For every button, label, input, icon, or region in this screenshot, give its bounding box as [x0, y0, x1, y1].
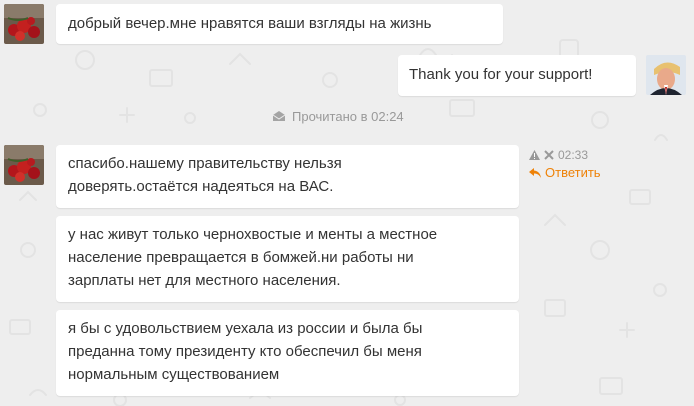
reply-label: Ответить: [545, 165, 601, 180]
delete-icon[interactable]: [544, 150, 554, 160]
message-bubble[interactable]: я бы с удовольствием уехала из россии и …: [56, 310, 519, 396]
message-time: 02:33: [558, 148, 589, 162]
own-avatar[interactable]: [646, 55, 686, 95]
message-meta: 02:33 Ответить: [529, 148, 639, 180]
message-bubble-outgoing[interactable]: Thank you for your support!: [398, 55, 636, 96]
message-bubble[interactable]: добрый вечер.мне нравятся ваши взгляды н…: [56, 4, 503, 44]
sender-avatar[interactable]: [4, 4, 44, 44]
message-bubble[interactable]: спасибо.нашему правительству нельзя дове…: [56, 145, 519, 208]
message-text-line: нормальным существованием: [68, 366, 280, 383]
message-text: Thank you for your support!: [409, 66, 593, 83]
read-status-text: Прочитано в 02:24: [292, 108, 404, 124]
message-bubble[interactable]: у нас живут только чернохвостые и менты …: [56, 216, 519, 302]
read-status: Прочитано в 02:24: [272, 108, 404, 124]
message-text-line: доверять.остаётся надеяться на ВАС.: [68, 178, 334, 195]
message-text-line: зарплаты нет для местного населения.: [68, 272, 341, 289]
message-text-line: преданна тому президенту кто обеспечил б…: [68, 343, 422, 360]
message-text-line: население превращается в бомжей.ни работ…: [68, 249, 414, 266]
chat-window: добрый вечер.мне нравятся ваши взгляды н…: [0, 0, 694, 406]
reply-arrow-icon: [529, 167, 541, 178]
message-text-line: я бы с удовольствием уехала из россии и …: [68, 320, 423, 337]
reply-button[interactable]: Ответить: [529, 165, 639, 180]
message-text: добрый вечер.мне нравятся ваши взгляды н…: [68, 15, 432, 32]
message-text-line: спасибо.нашему правительству нельзя: [68, 155, 342, 172]
message-text-line: у нас живут только чернохвостые и менты …: [68, 226, 438, 243]
sender-avatar[interactable]: [4, 145, 44, 185]
envelope-open-icon: [272, 110, 286, 122]
warning-icon[interactable]: [529, 150, 540, 160]
